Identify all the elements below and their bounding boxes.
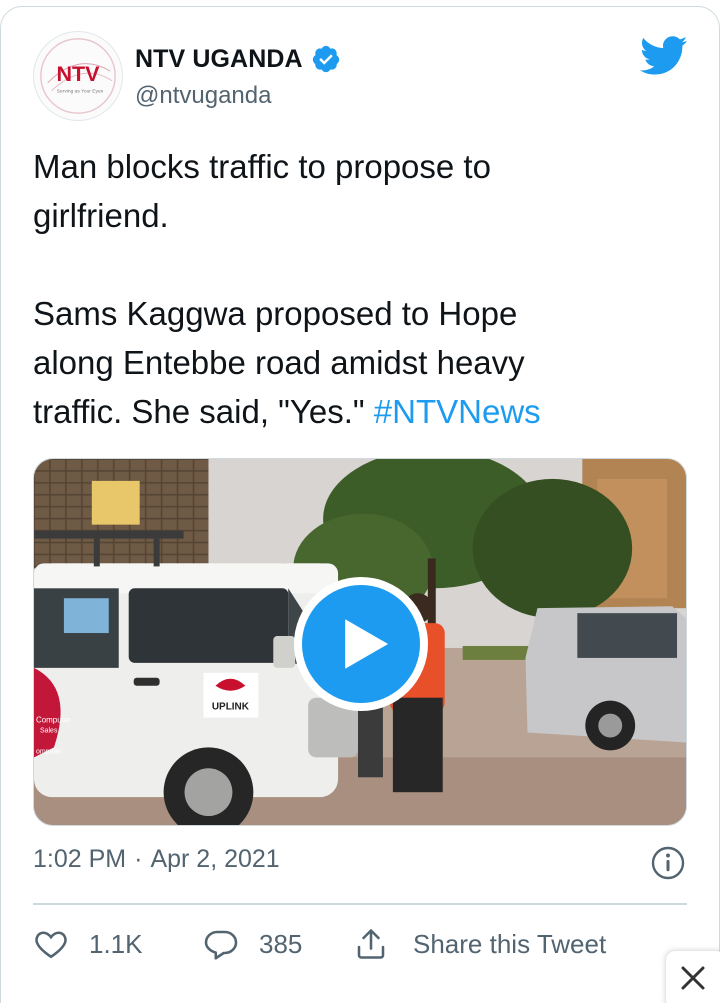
avatar-tagline: Serving as Your Eyes [57, 89, 104, 95]
verified-badge-icon [312, 45, 339, 73]
info-icon[interactable] [650, 845, 686, 881]
play-button-circle [302, 585, 420, 703]
twitter-bird-icon[interactable] [640, 36, 688, 76]
like-button[interactable]: 1.1K [33, 926, 203, 962]
divider [33, 903, 687, 905]
video-thumbnail[interactable]: UPLINK Computer Sales omputer [33, 458, 687, 826]
play-icon [345, 619, 389, 669]
ntv-logo: NTV Serving as Your Eyes [40, 38, 116, 114]
display-name[interactable]: NTV UGANDA [135, 45, 303, 74]
vehicle-side-text-1: Computer [36, 716, 71, 725]
tweet-text: Man blocks traffic to propose to girlfri… [33, 142, 683, 436]
reply-count: 385 [259, 928, 303, 959]
share-button[interactable]: Share this Tweet [353, 926, 606, 962]
like-count: 1.1K [89, 928, 143, 959]
play-button[interactable] [294, 577, 428, 711]
name-row: NTV UGANDA [135, 44, 341, 74]
close-button[interactable] [665, 950, 720, 1003]
avatar-logo-text: NTV [57, 62, 101, 86]
tweet-time: 1:02 PM [33, 845, 127, 873]
action-bar: 1.1K 385 Share this Tweet [33, 922, 606, 966]
share-label: Share this Tweet [413, 928, 607, 959]
tweet-body: Man blocks traffic to propose to girlfri… [33, 148, 525, 430]
vehicle-side-text-2: Sales [40, 728, 58, 735]
profile-avatar[interactable]: NTV Serving as Your Eyes [33, 31, 123, 121]
heart-icon [35, 931, 67, 959]
reply-bubble-icon [204, 930, 238, 960]
hashtag-link[interactable]: #NTVNews [374, 393, 541, 430]
reply-button[interactable]: 385 [203, 926, 353, 962]
share-icon [357, 929, 385, 959]
vehicle-brand-text: UPLINK [212, 702, 250, 713]
close-icon [681, 966, 705, 990]
tweet-date: Apr 2, 2021 [150, 845, 280, 873]
tweet-timestamp[interactable]: 1:02 PM · Apr 2, 2021 [33, 845, 280, 874]
vehicle-side-text-3: omputer [36, 748, 62, 755]
time-date-separator: · [134, 845, 143, 873]
account-handle[interactable]: @ntvuganda [135, 82, 271, 110]
